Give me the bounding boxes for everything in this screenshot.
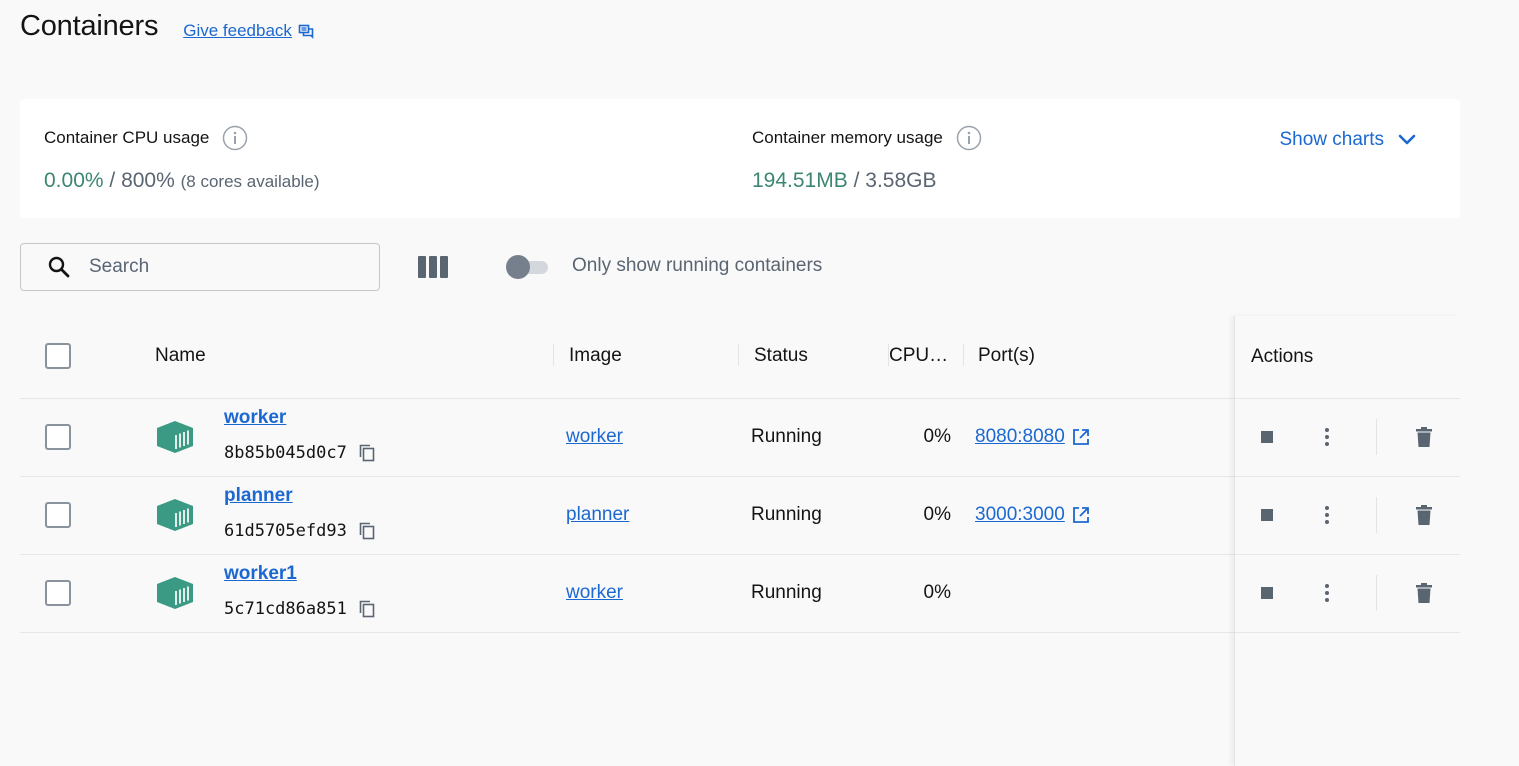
more-vertical-icon[interactable] [1324,504,1330,526]
container-port-text: 3000:3000 [975,504,1065,525]
container-id-text: 5c71cd86a851 [224,599,347,619]
memory-used: 194.51MB [752,169,848,192]
container-cpu: 0% [923,426,951,447]
container-icon [157,499,193,531]
trash-icon[interactable] [1416,427,1432,447]
memory-usage-label: Container memory usage [752,128,943,147]
container-name-link[interactable]: worker1 [224,563,297,585]
container-cpu: 0% [923,582,951,603]
column-header-name[interactable]: Name [155,345,206,367]
give-feedback-link[interactable]: Give feedback [183,21,314,41]
cpu-used: 0.00% [44,169,104,192]
show-charts-button[interactable]: Show charts [1279,129,1416,151]
container-id-text: 8b85b045d0c7 [224,443,347,463]
column-header-ports[interactable]: Port(s) [978,345,1035,367]
memory-separator: / [853,169,860,192]
container-id: 8b85b045d0c7 [224,443,375,463]
page-header: Containers Give feedback [20,10,314,43]
container-id: 61d5705efd93 [224,521,375,541]
container-port-text: 8080:8080 [975,426,1065,447]
container-icon [157,421,193,453]
container-name-link[interactable]: planner [224,485,293,507]
actions-header: Actions [1235,316,1460,399]
trash-icon[interactable] [1416,583,1432,603]
container-port-link[interactable]: 8080:8080 [975,426,1090,448]
container-id: 5c71cd86a851 [224,599,375,619]
copy-icon[interactable] [359,522,375,540]
more-vertical-icon[interactable] [1324,582,1330,604]
actions-row [1235,399,1460,477]
running-only-toggle[interactable] [506,255,550,279]
search-icon [48,256,70,278]
external-link-icon [1072,507,1089,523]
row-checkbox[interactable] [45,502,71,528]
container-status: Running [751,426,822,447]
usage-stats-panel: Container CPU usage 0.00% / 800% (8 core… [20,99,1460,218]
column-divider[interactable] [738,344,739,366]
actions-row [1235,555,1460,633]
page-title: Containers [20,10,159,42]
search-input[interactable] [89,256,339,278]
cpu-total: 800% [121,169,175,192]
stop-icon[interactable] [1261,431,1273,443]
actions-divider [1376,497,1377,533]
container-status: Running [751,504,822,525]
copy-icon[interactable] [359,600,375,618]
container-id-text: 61d5705efd93 [224,521,347,541]
toolbar: Only show running containers [20,243,920,291]
show-charts-label: Show charts [1279,129,1384,150]
column-header-cpu[interactable]: CPU… [889,345,948,367]
actions-column: Actions [1234,316,1460,766]
cpu-usage-label: Container CPU usage [44,128,210,147]
column-divider[interactable] [963,344,964,366]
column-header-image[interactable]: Image [569,345,622,367]
memory-total: 3.58GB [865,169,937,192]
toggle-thumb [506,255,530,279]
stop-icon[interactable] [1261,587,1273,599]
info-icon[interactable] [956,125,982,151]
container-port-link[interactable]: 3000:3000 [975,504,1090,526]
column-header-actions: Actions [1251,346,1314,367]
actions-divider [1376,419,1377,455]
info-icon[interactable] [222,125,248,151]
copy-icon[interactable] [359,444,375,462]
cpu-cores-note: (8 cores available) [180,172,320,191]
actions-divider [1376,575,1377,611]
container-image-link[interactable]: worker [566,582,623,604]
memory-usage-stat: Container memory usage 194.51MB / 3.58GB [752,125,982,193]
memory-usage-value: 194.51MB / 3.58GB [752,169,982,193]
container-name-link[interactable]: worker [224,407,286,429]
row-checkbox[interactable] [45,424,71,450]
external-link-icon [1072,429,1089,445]
give-feedback-label: Give feedback [183,20,292,40]
actions-row [1235,477,1460,555]
container-image-link[interactable]: planner [566,504,629,526]
feedback-icon [298,24,314,39]
column-divider[interactable] [553,344,554,366]
search-box[interactable] [20,243,380,291]
trash-icon[interactable] [1416,505,1432,525]
more-vertical-icon[interactable] [1324,426,1330,448]
stop-icon[interactable] [1261,509,1273,521]
cpu-usage-stat: Container CPU usage 0.00% / 800% (8 core… [44,125,320,193]
running-only-label: Only show running containers [572,255,823,276]
container-image-link[interactable]: worker [566,426,623,448]
cpu-usage-value: 0.00% / 800% (8 cores available) [44,169,320,193]
column-header-status[interactable]: Status [754,345,808,367]
columns-icon[interactable] [418,255,448,279]
container-icon [157,577,193,609]
chevron-down-icon [1398,134,1416,145]
container-status: Running [751,582,822,603]
cpu-separator: / [109,169,116,192]
row-checkbox[interactable] [45,580,71,606]
container-cpu: 0% [923,504,951,525]
select-all-checkbox[interactable] [45,343,71,369]
